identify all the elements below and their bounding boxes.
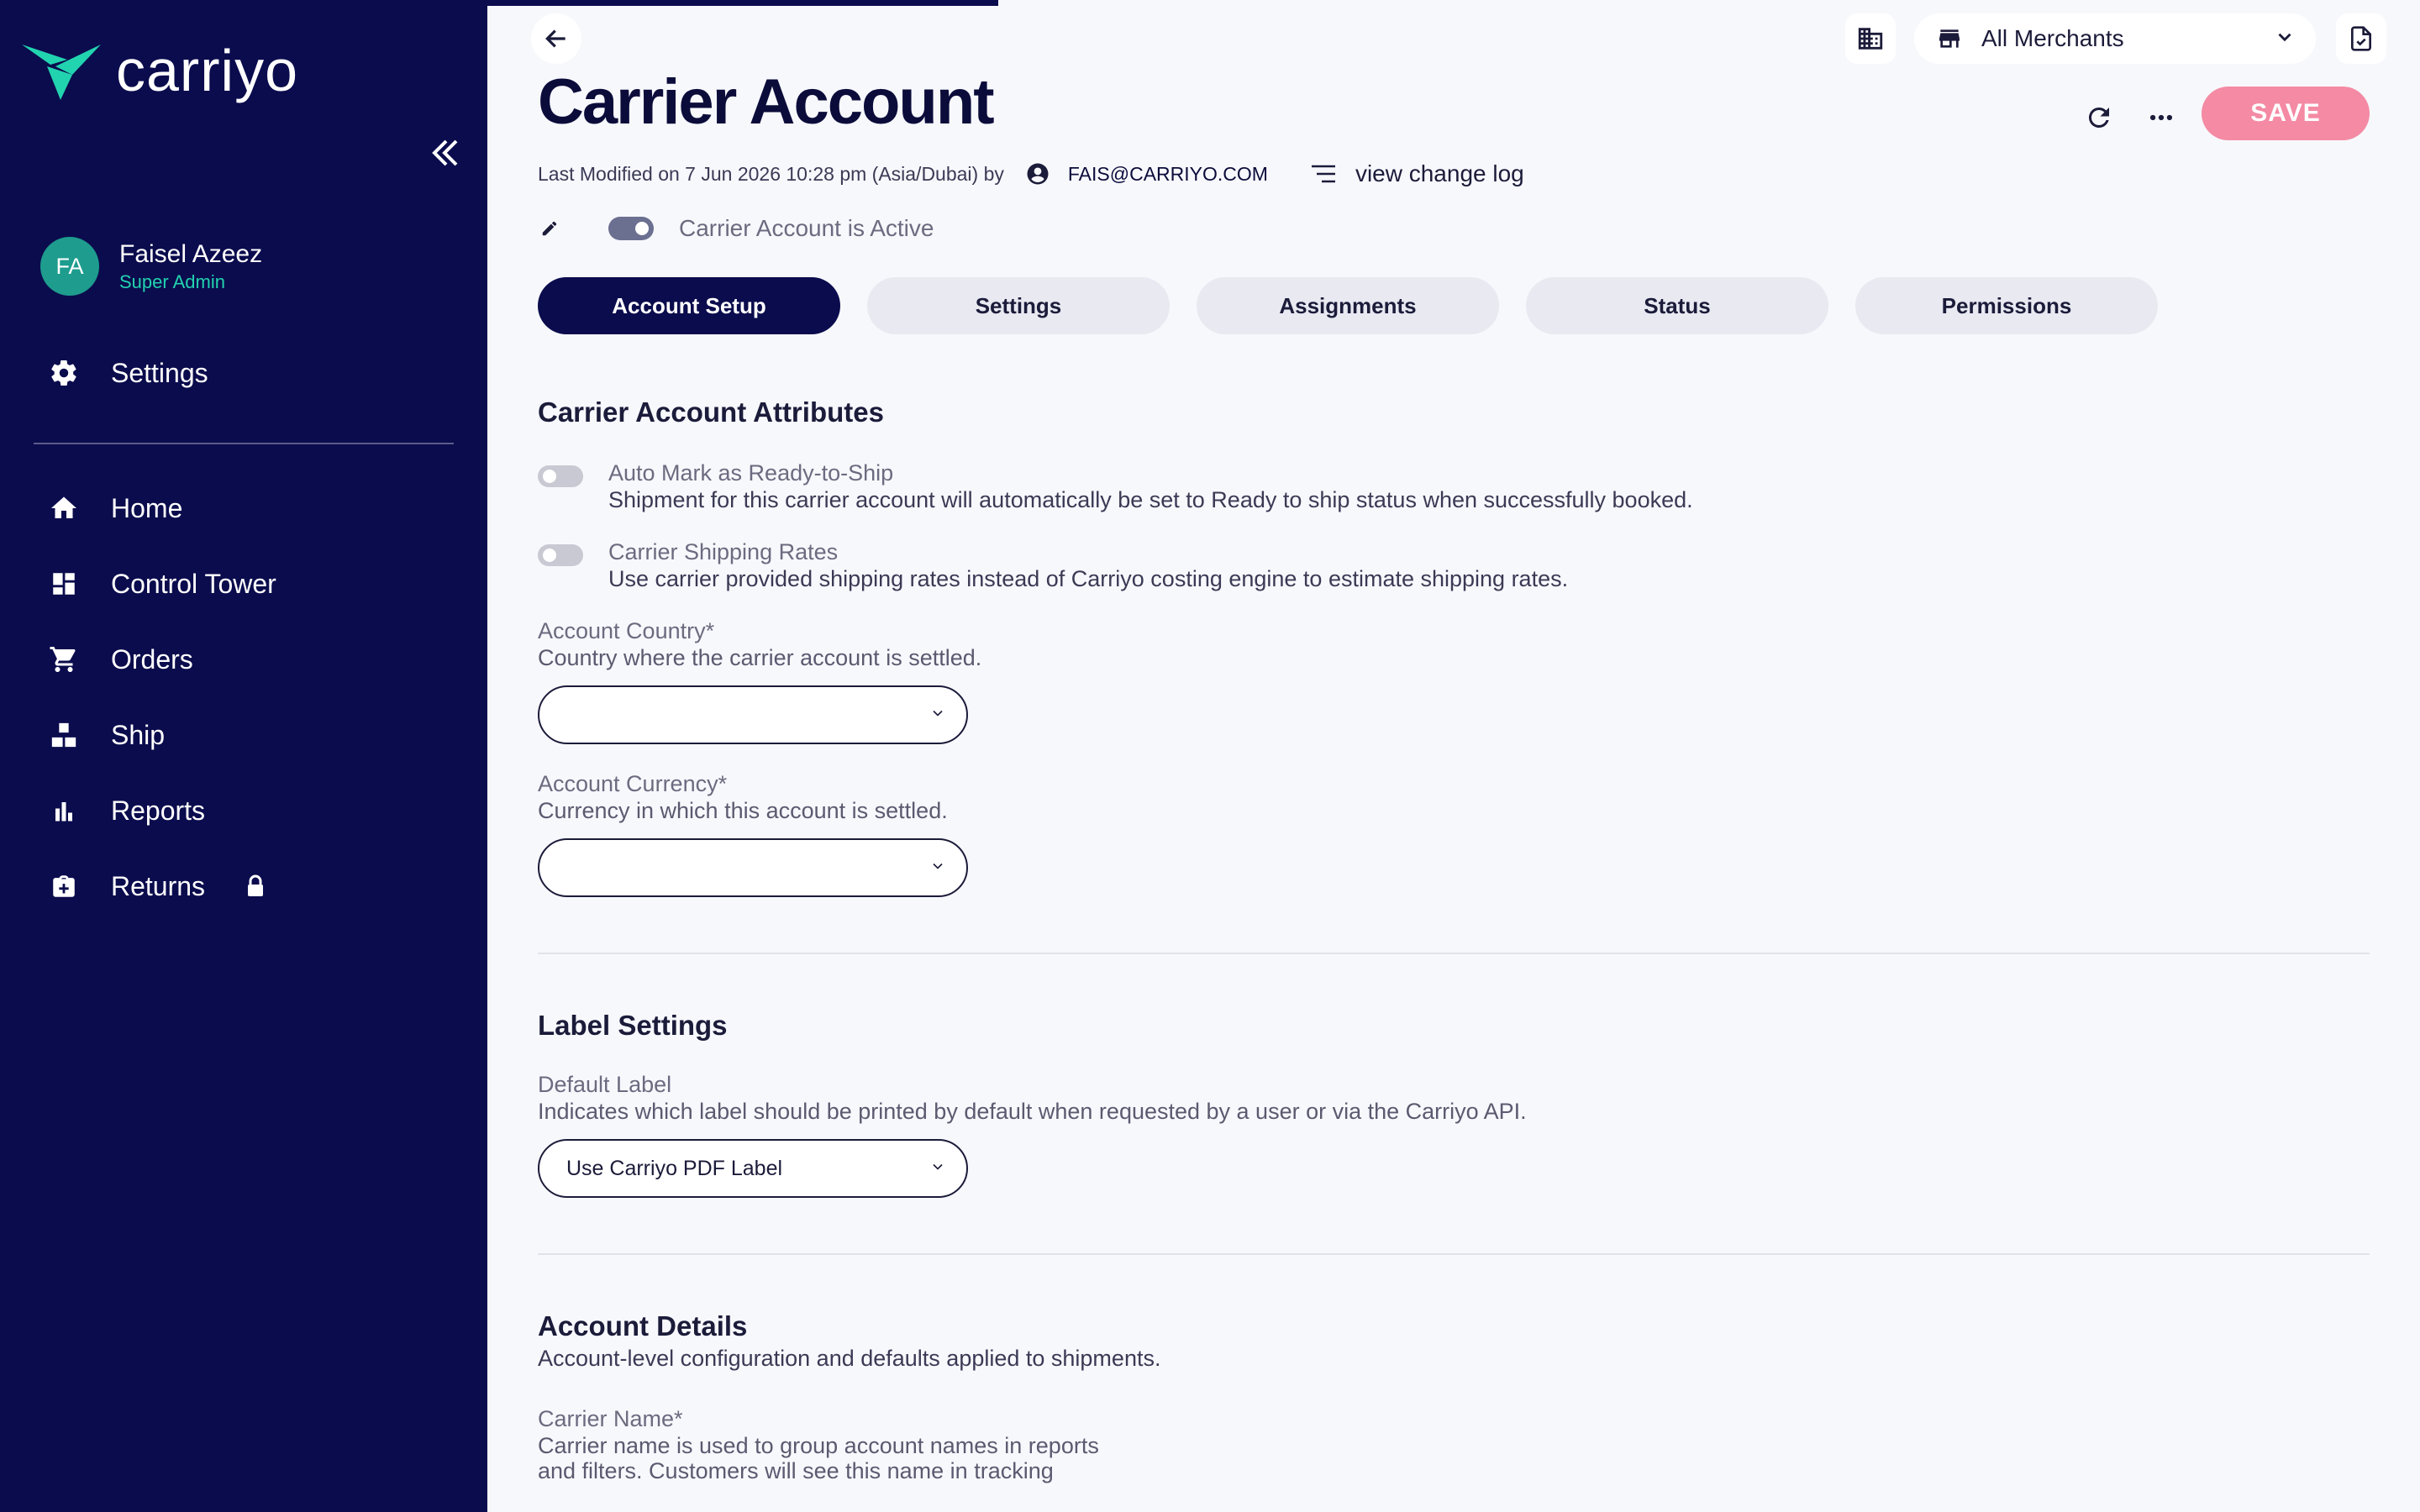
- more-horizontal-icon: [2149, 114, 2173, 121]
- active-toggle[interactable]: [608, 217, 654, 240]
- dashboard-icon: [45, 565, 82, 602]
- carriyo-logo-icon: [22, 45, 101, 100]
- active-toggle-label: Carrier Account is Active: [679, 215, 934, 241]
- account-currency-label: Account Currency*: [538, 771, 728, 796]
- chevron-down-icon: [929, 1158, 946, 1179]
- more-options-button[interactable]: [2140, 97, 2182, 139]
- save-button[interactable]: SAVE: [2202, 87, 2370, 140]
- tab-account-setup[interactable]: Account Setup: [538, 277, 840, 334]
- user-role: Super Admin: [119, 271, 225, 292]
- last-modified-text: Last Modified on 7 Jun 2026 10:28 pm (As…: [538, 162, 1004, 185]
- account-country-label: Account Country*: [538, 618, 715, 643]
- default-label-value: Use Carriyo PDF Label: [566, 1156, 783, 1180]
- tab-settings[interactable]: Settings: [867, 277, 1170, 334]
- sidebar-item-label: Settings: [111, 357, 208, 388]
- sidebar-item-label: Returns: [111, 870, 206, 901]
- auto-mark-title: Auto Mark as Ready-to-Ship: [608, 460, 894, 486]
- chevron-down-icon: [929, 705, 946, 726]
- sidebar-item-control-tower[interactable]: Control Tower: [45, 559, 276, 609]
- avatar: FA: [40, 237, 99, 296]
- default-label-label: Default Label: [538, 1072, 672, 1097]
- boxes-icon: [45, 717, 82, 753]
- sidebar-item-ship[interactable]: Ship: [45, 710, 165, 760]
- sidebar-item-label: Orders: [111, 643, 193, 675]
- sidebar-item-label: Control Tower: [111, 568, 276, 599]
- collapse-sidebar-icon[interactable]: [424, 133, 465, 173]
- sidebar-item-orders[interactable]: Orders: [45, 634, 193, 685]
- last-modified-row: Last Modified on 7 Jun 2026 10:28 pm (As…: [538, 158, 1524, 190]
- return-box-icon: [45, 868, 82, 905]
- account-country-select[interactable]: [538, 685, 968, 744]
- tab-assignments[interactable]: Assignments: [1197, 277, 1499, 334]
- user-profile[interactable]: FA Faisel Azeez Super Admin: [40, 237, 262, 296]
- sidebar-divider: [34, 443, 454, 444]
- tab-status[interactable]: Status: [1526, 277, 1828, 334]
- view-change-log-link[interactable]: view change log: [1355, 160, 1524, 187]
- merchant-select-value: All Merchants: [1981, 25, 2124, 51]
- pencil-icon[interactable]: [538, 217, 561, 240]
- back-button[interactable]: [531, 13, 581, 64]
- auto-mark-description: Shipment for this carrier account will a…: [608, 487, 1693, 512]
- building-icon: [1858, 28, 1883, 50]
- account-currency-help: Currency in which this account is settle…: [538, 798, 948, 823]
- active-status-row: Carrier Account is Active: [538, 210, 934, 247]
- account-details-subtitle: Account-level configuration and defaults…: [538, 1346, 1161, 1371]
- auto-mark-toggle[interactable]: [538, 465, 583, 487]
- refresh-icon: [2088, 107, 2109, 128]
- default-label-help: Indicates which label should be printed …: [538, 1099, 1527, 1124]
- chevron-down-icon: [2274, 26, 2296, 52]
- sidebar-item-label: Reports: [111, 795, 206, 826]
- home-icon: [45, 490, 82, 527]
- document-check-button[interactable]: [2336, 13, 2386, 64]
- user-name: Faisel Azeez: [119, 240, 263, 268]
- loading-progress-bar: [487, 0, 998, 6]
- merchant-select[interactable]: All Merchants: [1914, 13, 2316, 64]
- document-check-icon: [2351, 26, 2371, 51]
- section-divider: [538, 1253, 2370, 1255]
- section-title-label-settings: Label Settings: [538, 1010, 728, 1041]
- carrier-name-help-line1: Carrier name is used to group account na…: [538, 1433, 1099, 1458]
- refresh-button[interactable]: [2078, 97, 2120, 139]
- section-divider: [538, 953, 2370, 954]
- sidebar-item-label: Home: [111, 492, 183, 523]
- modified-by-user: FAIS@CARRIYO.COM: [1067, 162, 1268, 185]
- lock-icon: [244, 873, 267, 900]
- user-circle-icon: [1024, 160, 1051, 187]
- account-country-help: Country where the carrier account is set…: [538, 645, 982, 670]
- chevron-down-icon: [929, 858, 946, 879]
- sidebar: carriyo FA Faisel Azeez Super Admin Sett…: [0, 0, 487, 1512]
- store-icon: [1934, 24, 1965, 54]
- shipping-rates-description: Use carrier provided shipping rates inst…: [608, 566, 1569, 591]
- bar-chart-icon: [45, 792, 82, 829]
- page-title: Carrier Account: [538, 66, 995, 138]
- carrier-name-label: Carrier Name*: [538, 1406, 683, 1431]
- section-title-attributes: Carrier Account Attributes: [538, 396, 884, 428]
- tab-permissions[interactable]: Permissions: [1855, 277, 2158, 334]
- brand-name: carriyo: [116, 38, 299, 103]
- sidebar-item-reports[interactable]: Reports: [45, 785, 205, 836]
- gear-icon: [45, 354, 82, 391]
- carrier-name-help-line2: and filters. Customers will see this nam…: [538, 1458, 1054, 1483]
- sidebar-item-returns[interactable]: Returns: [45, 861, 267, 911]
- arrow-left-icon: [545, 29, 566, 48]
- shipping-rates-toggle[interactable]: [538, 544, 583, 566]
- section-title-account-details: Account Details: [538, 1310, 748, 1341]
- sidebar-item-label: Ship: [111, 719, 166, 750]
- default-label-select[interactable]: Use Carriyo PDF Label: [538, 1139, 968, 1198]
- sidebar-item-home[interactable]: Home: [45, 483, 182, 533]
- account-currency-select[interactable]: [538, 838, 968, 897]
- brand-logo[interactable]: carriyo: [22, 39, 298, 102]
- organization-button[interactable]: [1845, 13, 1896, 64]
- cart-icon: [45, 641, 82, 678]
- sidebar-item-settings[interactable]: Settings: [45, 348, 208, 398]
- list-icon: [1310, 161, 1339, 186]
- shipping-rates-title: Carrier Shipping Rates: [608, 539, 839, 564]
